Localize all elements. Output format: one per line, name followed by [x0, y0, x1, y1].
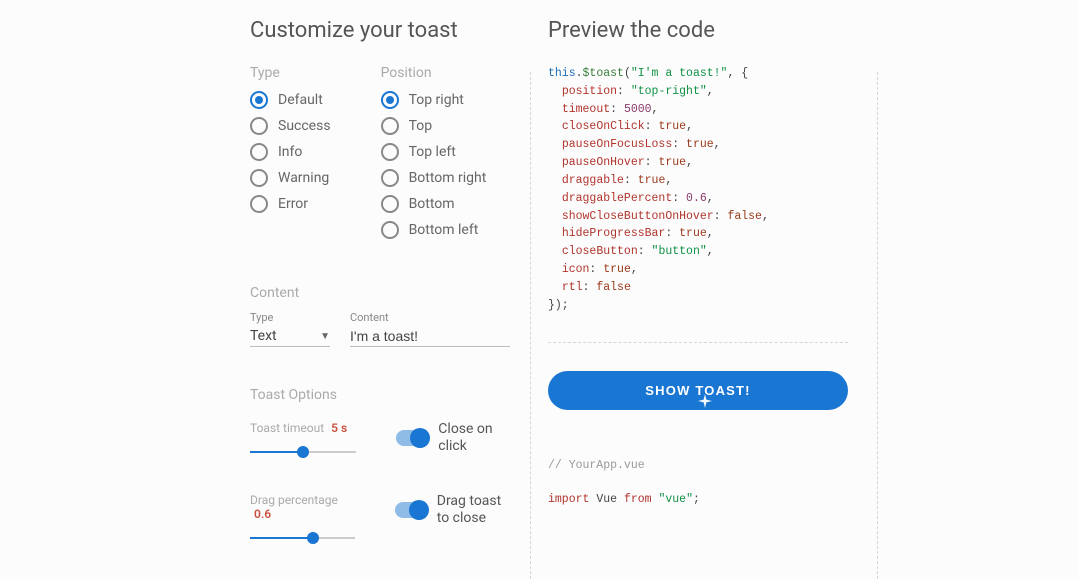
position-column: Position Top right Top Top left Bottom righ…	[381, 65, 487, 247]
drag-percent-slider[interactable]	[250, 531, 355, 545]
content-type-select[interactable]: Text ▼	[250, 326, 330, 347]
position-radio-label: Top left	[409, 144, 456, 160]
type-radio-error[interactable]: Error	[250, 195, 331, 213]
radio-icon	[250, 195, 268, 213]
radio-icon	[250, 117, 268, 135]
show-toast-button[interactable]: SHOW TOAST!	[548, 371, 848, 410]
secondary-snippet: // YourApp.vue import Vue from "vue";	[548, 456, 848, 509]
type-radio-label: Default	[278, 92, 323, 108]
position-radio-bottom-left[interactable]: Bottom left	[381, 221, 487, 239]
type-section-label: Type	[250, 65, 331, 81]
position-radio-label: Bottom right	[409, 170, 487, 186]
position-section-label: Position	[381, 65, 487, 81]
radio-icon	[381, 221, 399, 239]
radio-icon	[381, 143, 399, 161]
content-text-label: Content	[350, 311, 510, 324]
snippet2-comment: // YourApp.vue	[548, 459, 645, 472]
timeout-slider[interactable]	[250, 445, 356, 459]
type-column: Type Default Success Info Warning Error	[250, 65, 331, 247]
drag-percent-label: Drag percentage 0.6	[250, 493, 355, 521]
close-on-click-label: Close on click	[438, 421, 510, 455]
preview-heading: Preview the code	[548, 18, 848, 43]
position-radio-label: Top	[409, 118, 433, 134]
radio-icon	[381, 169, 399, 187]
position-radio-top[interactable]: Top	[381, 117, 487, 135]
radio-icon	[381, 91, 399, 109]
drag-close-toggle[interactable]: Drag toast to close	[395, 493, 510, 527]
position-radio-top-right[interactable]: Top right	[381, 91, 487, 109]
radio-icon	[381, 195, 399, 213]
position-radio-label: Bottom left	[409, 222, 479, 238]
timeout-value: 5 s	[331, 421, 347, 435]
chevron-down-icon: ▼	[320, 331, 330, 342]
position-radio-top-left[interactable]: Top left	[381, 143, 487, 161]
radio-icon	[250, 91, 268, 109]
type-radio-info[interactable]: Info	[250, 143, 331, 161]
radio-icon	[250, 143, 268, 161]
position-radio-label: Top right	[409, 92, 464, 108]
content-type-value: Text	[250, 328, 277, 344]
drag-close-label: Drag toast to close	[437, 493, 510, 527]
close-on-click-toggle[interactable]: Close on click	[396, 421, 510, 455]
radio-icon	[250, 169, 268, 187]
type-radio-warning[interactable]: Warning	[250, 169, 331, 187]
position-radio-bottom[interactable]: Bottom	[381, 195, 487, 213]
type-radio-label: Success	[278, 118, 331, 134]
drag-percent-value: 0.6	[254, 507, 271, 521]
type-radio-success[interactable]: Success	[250, 117, 331, 135]
code-preview: this.$toast("I'm a toast!", { position: …	[548, 65, 848, 343]
content-type-label: Type	[250, 311, 330, 324]
type-radio-default[interactable]: Default	[250, 91, 331, 109]
customize-heading: Customize your toast	[250, 18, 510, 43]
timeout-label: Toast timeout 5 s	[250, 421, 356, 435]
type-radio-label: Warning	[278, 170, 329, 186]
type-radio-label: Error	[278, 196, 308, 212]
content-text-input[interactable]	[350, 326, 510, 347]
radio-icon	[381, 117, 399, 135]
type-radio-label: Info	[278, 144, 302, 160]
position-radio-label: Bottom	[409, 196, 455, 212]
content-heading: Content	[250, 285, 510, 301]
options-heading: Toast Options	[250, 387, 510, 403]
position-radio-bottom-right[interactable]: Bottom right	[381, 169, 487, 187]
